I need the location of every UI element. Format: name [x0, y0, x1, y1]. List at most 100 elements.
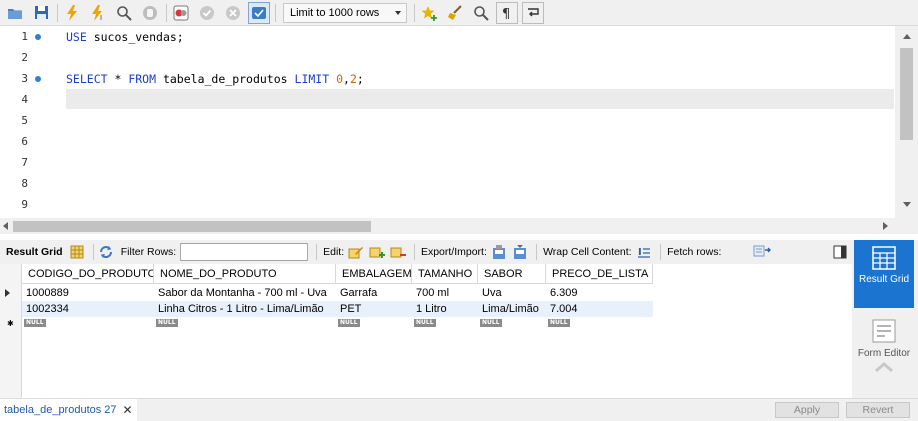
current-line-highlight	[66, 89, 894, 109]
toolbar-separator	[414, 244, 415, 260]
add-snippet-star-icon[interactable]	[418, 2, 440, 24]
null-badge[interactable]: NULL	[24, 319, 46, 327]
svg-text:¶: ¶	[502, 7, 510, 20]
autocommit-toggle-icon[interactable]	[248, 1, 270, 24]
result-grid-icon	[872, 246, 896, 270]
column-header[interactable]: SABOR	[478, 264, 546, 284]
sql-text: sucos_vendas;	[86, 30, 184, 44]
filter-rows-label: Filter Rows:	[120, 246, 177, 258]
side-form-editor-button[interactable]: Form Editor	[854, 312, 914, 380]
null-badge[interactable]: NULL	[548, 319, 570, 327]
statement-marker-icon	[35, 34, 41, 40]
table-cell[interactable]: 1 Litro	[412, 301, 478, 317]
limit-rows-select[interactable]: Limit to 1000 rows	[283, 2, 407, 23]
result-grid-label: Result Grid	[6, 246, 63, 258]
grid-view-icon[interactable]	[69, 243, 86, 261]
sql-keyword: SELECT	[66, 72, 108, 86]
sql-keyword: LIMIT	[294, 72, 330, 86]
scroll-thumb[interactable]	[13, 221, 371, 232]
code-line-3: SELECT * FROM tabela_de_produtos LIMIT 0…	[66, 72, 364, 86]
scroll-left-arrow-icon[interactable]	[3, 222, 8, 230]
sql-keyword: FROM	[128, 72, 157, 86]
refresh-icon[interactable]	[98, 243, 115, 261]
column-header[interactable]: EMBALAGEM	[336, 264, 412, 284]
import-icon[interactable]	[512, 243, 529, 261]
fetch-rows-icon[interactable]	[753, 243, 772, 261]
result-grid[interactable]: CODIGO_DO_PRODUTO NOME_DO_PRODUTO EMBALA…	[0, 264, 852, 398]
line-number: 8	[21, 177, 28, 190]
line-number: 2	[21, 51, 28, 64]
line-number: 6	[21, 135, 28, 148]
scroll-up-arrow-icon[interactable]	[903, 34, 911, 39]
scroll-thumb[interactable]	[900, 48, 913, 140]
toolbar-separator	[93, 244, 95, 260]
svg-text:I: I	[638, 247, 642, 258]
line-number: 4	[21, 93, 28, 106]
current-row-arrow-icon	[5, 289, 10, 297]
revert-button[interactable]: Revert	[846, 402, 910, 418]
rollback-x-icon[interactable]	[222, 2, 244, 24]
table-cell[interactable]: PET	[336, 301, 412, 317]
toggle-errors-icon[interactable]	[170, 2, 192, 24]
chevron-up-icon	[875, 362, 893, 373]
scroll-down-arrow-icon[interactable]	[903, 202, 911, 207]
statement-marker-icon	[35, 76, 41, 82]
find-magnifier-icon[interactable]	[470, 2, 492, 24]
scroll-right-arrow-icon[interactable]	[883, 222, 888, 230]
open-folder-icon[interactable]	[4, 2, 26, 24]
apply-button[interactable]: Apply	[775, 402, 839, 418]
delete-row-icon[interactable]	[389, 243, 406, 261]
result-toolbar: Result Grid Filter Rows: Edit: Export/Im…	[0, 240, 852, 264]
null-badge[interactable]: NULL	[414, 319, 436, 327]
column-header[interactable]: TAMANHO	[412, 264, 478, 284]
toolbar-separator	[166, 3, 167, 22]
table-cell[interactable]: Sabor da Montanha - 700 ml - Uva	[154, 285, 336, 301]
stop-hand-icon[interactable]	[139, 2, 161, 24]
sql-text: tabela_de_produtos	[156, 72, 295, 86]
export-import-label: Export/Import:	[420, 246, 487, 258]
main-toolbar: I Limit to 1000 rows ¶	[0, 0, 918, 26]
sql-editor[interactable]: 1 2 3 4 5 6 7 8 9 USE sucos_vendas; SELE…	[0, 26, 918, 218]
sql-number: 0	[336, 72, 344, 86]
wrap-cell-icon[interactable]: I	[636, 243, 653, 261]
close-icon[interactable]: ✕	[123, 403, 133, 417]
toolbar-separator	[414, 3, 415, 22]
edit-row-pencil-icon[interactable]	[348, 243, 365, 261]
commit-check-icon[interactable]	[196, 2, 218, 24]
beautify-broom-icon[interactable]	[444, 2, 466, 24]
table-cell[interactable]: 7.004	[546, 301, 653, 317]
execute-lightning-icon[interactable]	[61, 2, 83, 24]
sql-keyword: USE	[66, 30, 87, 44]
column-header[interactable]: CODIGO_DO_PRODUTO	[22, 264, 154, 284]
new-row-star-icon: ✱	[7, 319, 14, 328]
null-badge[interactable]: NULL	[338, 319, 360, 327]
table-cell[interactable]: Garrafa	[336, 285, 412, 301]
table-cell[interactable]: 1000889	[22, 285, 154, 301]
line-number: 1	[21, 30, 28, 43]
table-cell[interactable]: Linha Citros - 1 Litro - Lima/Limão	[154, 301, 336, 317]
side-result-grid-button[interactable]: Result Grid	[854, 240, 914, 308]
execute-current-lightning-icon[interactable]: I	[87, 2, 109, 24]
editor-horizontal-scrollbar[interactable]	[0, 218, 895, 234]
toolbar-separator	[660, 244, 662, 260]
table-cell[interactable]: 700 ml	[412, 285, 478, 301]
add-row-icon[interactable]	[369, 243, 386, 261]
toggle-side-panel-icon[interactable]	[831, 243, 848, 261]
table-cell[interactable]: 6.309	[546, 285, 653, 301]
table-cell[interactable]: 1002334	[22, 301, 154, 317]
invisible-chars-pilcrow-icon[interactable]: ¶	[496, 1, 518, 24]
column-header[interactable]: PRECO_DE_LISTA	[546, 264, 653, 284]
line-gutter: 1 2 3 4 5 6 7 8 9	[0, 26, 60, 218]
null-badge[interactable]: NULL	[156, 319, 178, 327]
explain-magnifier-icon[interactable]	[113, 2, 135, 24]
null-badge[interactable]: NULL	[480, 319, 502, 327]
editor-vertical-scrollbar[interactable]	[895, 26, 918, 218]
result-tab[interactable]: tabela_de_produtos 27 ✕	[0, 399, 137, 421]
export-icon[interactable]	[491, 243, 508, 261]
filter-rows-input[interactable]	[180, 243, 309, 261]
table-cell[interactable]: Uva	[478, 285, 546, 301]
table-cell[interactable]: Lima/Limão	[478, 301, 546, 317]
save-icon[interactable]	[30, 2, 52, 24]
wrap-lines-icon[interactable]	[522, 1, 544, 24]
column-header[interactable]: NOME_DO_PRODUTO	[154, 264, 336, 284]
